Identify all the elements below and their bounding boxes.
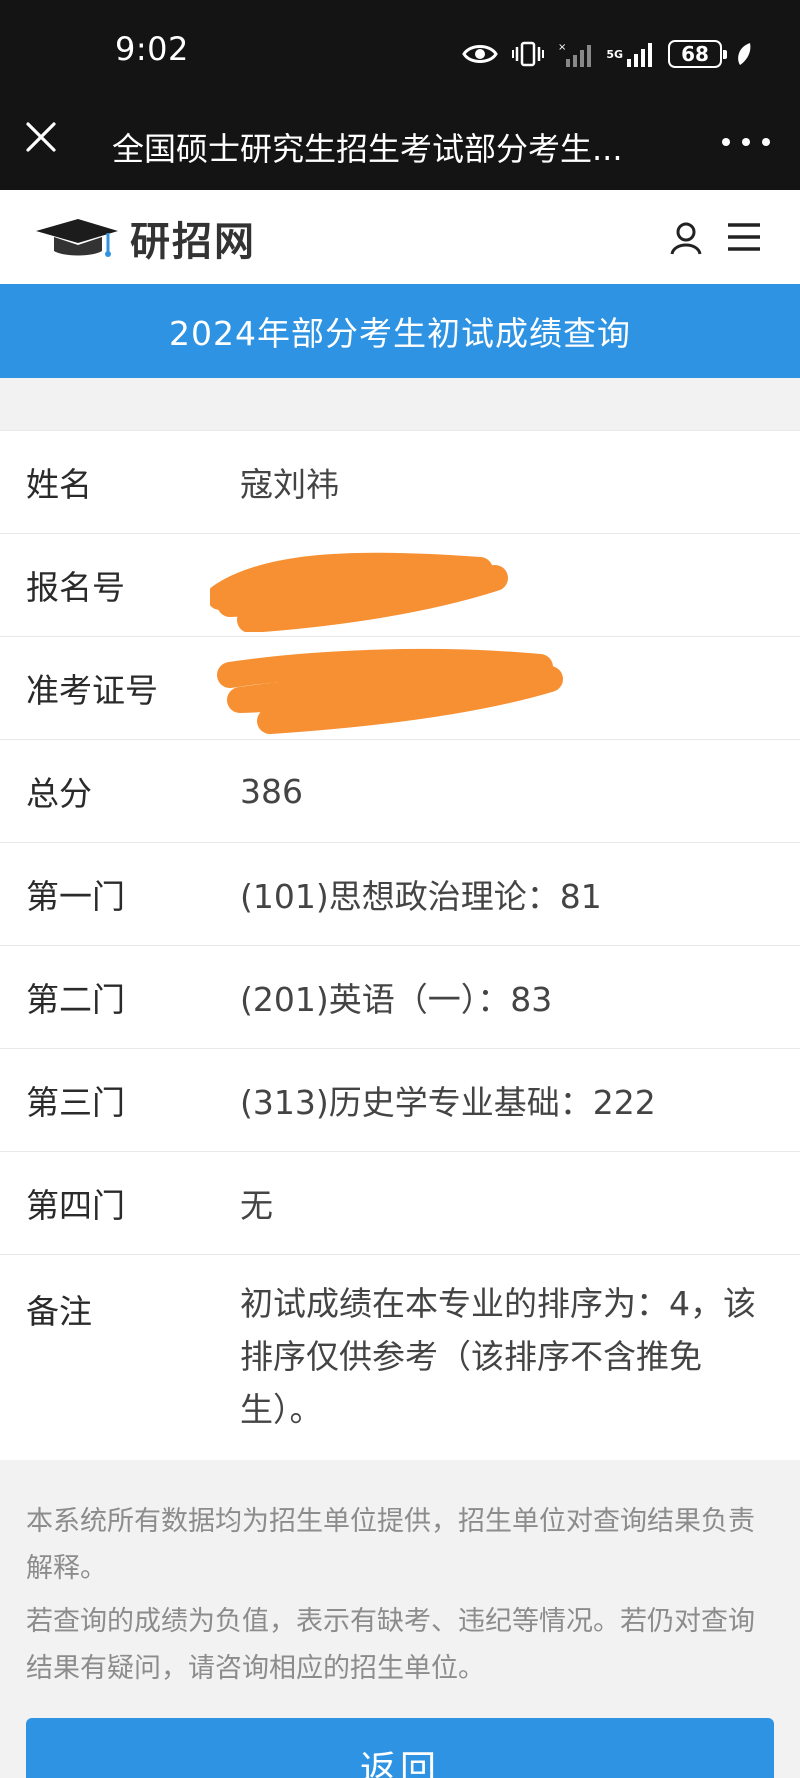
page-title: 全国硕士研究生招生考试部分考生... <box>112 130 623 168</box>
status-icons: × 5G 68 <box>462 34 752 74</box>
row-label: 第四门 <box>26 1186 125 1225</box>
table-row: 报名号 <box>0 533 800 636</box>
note-text: 本系统所有数据均为招生单位提供，招生单位对查询结果负责解释。 <box>26 1506 755 1584</box>
row-label: 第二门 <box>26 980 125 1019</box>
row-label: 总分 <box>26 774 92 813</box>
note-text: 若查询的成绩为负值，表示有缺考、违纪等情况。若仍对查询结果有疑问，请咨询相应的招… <box>26 1606 755 1684</box>
logo-text: 研招网 <box>130 218 256 265</box>
row-value: (201)英语（一）：83 <box>240 980 553 1019</box>
status-time: 9:02 <box>115 30 189 68</box>
graduation-cap-icon <box>36 219 118 257</box>
more-icon[interactable] <box>722 128 770 156</box>
row-value: (101)思想政治理论：81 <box>240 877 602 916</box>
back-button[interactable]: 返回 <box>26 1718 774 1778</box>
row-value: 初试成绩在本专业的排序为：4，该排序仅供参考（该排序不含推免生）。 <box>240 1284 756 1429</box>
table-row: 备注 初试成绩在本专业的排序为：4，该排序仅供参考（该排序不含推免生）。 <box>0 1254 800 1458</box>
row-value <box>210 550 800 632</box>
row-value: 386 <box>240 771 303 811</box>
row-value: (313)历史学专业基础：222 <box>240 1083 656 1122</box>
signal-5g: 5G <box>606 41 654 67</box>
redaction-scribble <box>210 550 560 632</box>
row-label: 报名号 <box>26 568 125 607</box>
more-dot <box>722 138 730 146</box>
table-row: 第三门 (313)历史学专业基础：222 <box>0 1048 800 1151</box>
more-dot <box>742 138 750 146</box>
score-table: 姓名 寇刘祎 报名号 准考证号 总分 386 第一门 (101)思想政治理论：8… <box>0 430 800 1458</box>
table-row: 第二门 (201)英语（一）：83 <box>0 945 800 1048</box>
close-icon[interactable] <box>22 118 60 156</box>
row-label: 第一门 <box>26 877 125 916</box>
row-label: 姓名 <box>26 465 92 504</box>
status-bar: 9:02 × 5G 68 <box>0 0 800 88</box>
site-logo[interactable]: 研招网 <box>34 213 256 265</box>
table-row: 姓名 寇刘祎 <box>0 430 800 533</box>
row-value: 寇刘祎 <box>240 465 339 504</box>
eye-icon <box>462 45 499 63</box>
row-label: 备注 <box>26 1292 92 1331</box>
leaf-icon <box>738 43 751 65</box>
signal-icon: × <box>558 42 592 67</box>
section-divider <box>0 378 800 430</box>
table-row: 总分 386 <box>0 739 800 842</box>
table-row: 第一门 (101)思想政治理论：81 <box>0 842 800 945</box>
table-row: 第四门 无 <box>0 1151 800 1254</box>
table-row: 准考证号 <box>0 636 800 739</box>
network-label: 5G <box>606 47 623 61</box>
redaction-scribble <box>217 648 563 734</box>
row-label: 第三门 <box>26 1083 125 1122</box>
battery-icon: 68 <box>668 40 727 68</box>
row-label: 准考证号 <box>26 671 158 710</box>
signal-bars-icon <box>627 43 652 67</box>
page-banner: 2024年部分考生初试成绩查询 <box>0 284 800 378</box>
user-icon[interactable] <box>668 220 704 256</box>
svg-text:×: × <box>558 42 566 53</box>
row-value <box>217 648 800 734</box>
vibrate-icon <box>512 41 545 67</box>
menu-icon[interactable] <box>726 220 762 254</box>
more-dot <box>762 138 770 146</box>
row-value: 无 <box>240 1186 273 1225</box>
